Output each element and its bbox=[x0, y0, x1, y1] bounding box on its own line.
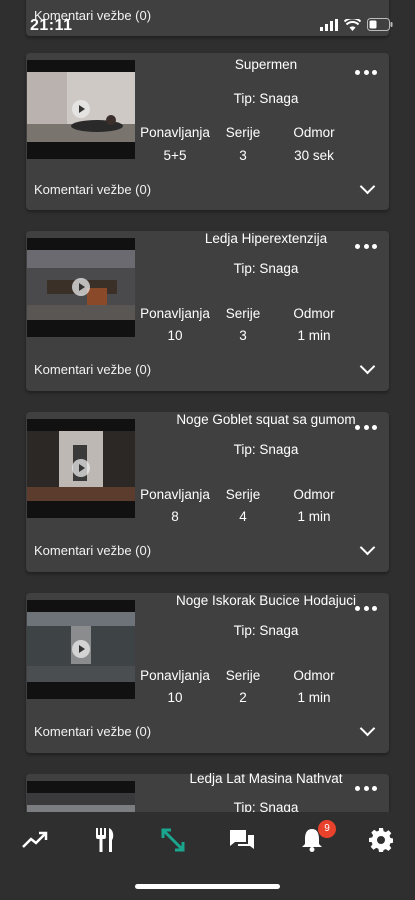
play-icon[interactable] bbox=[72, 459, 90, 477]
exercise-video-thumbnail[interactable] bbox=[27, 600, 135, 699]
nav-nutrition[interactable] bbox=[86, 826, 122, 854]
status-icons bbox=[320, 18, 393, 31]
rest-label: Odmor bbox=[293, 668, 335, 683]
exercise-card: Supermen Tip: Snaga Ponavljanja Serije O… bbox=[26, 53, 389, 210]
status-bar: 21:11 bbox=[0, 0, 415, 40]
notification-badge: 9 bbox=[318, 820, 336, 838]
wifi-icon bbox=[344, 18, 361, 31]
more-options-icon[interactable] bbox=[355, 604, 377, 612]
chat-bubbles-icon bbox=[230, 830, 254, 849]
battery-icon bbox=[367, 18, 393, 31]
exercise-type: Tip: Snaga bbox=[233, 261, 299, 276]
chevron-down-icon[interactable] bbox=[359, 358, 376, 375]
exercise-type: Tip: Snaga bbox=[233, 623, 299, 638]
exercise-video-thumbnail[interactable] bbox=[27, 419, 135, 518]
exercise-feed[interactable]: Komentari vežbe (0) Supermen Tip: Snaga … bbox=[0, 0, 415, 812]
exercise-card: Noge Goblet squat sa gumom Tip: Snaga Po… bbox=[26, 412, 389, 572]
more-options-icon[interactable] bbox=[355, 784, 377, 792]
exercise-comments-link[interactable]: Komentari vežbe (0) bbox=[34, 362, 151, 377]
expand-arrows-icon bbox=[161, 828, 185, 852]
play-icon[interactable] bbox=[72, 278, 90, 296]
fork-knife-icon bbox=[96, 828, 114, 852]
rest-value: 30 sek bbox=[294, 148, 334, 163]
rest-value: 1 min bbox=[297, 690, 331, 705]
exercise-comments-link[interactable]: Komentari vežbe (0) bbox=[34, 543, 151, 558]
trending-up-icon bbox=[22, 831, 48, 848]
rest-label: Odmor bbox=[293, 306, 335, 321]
rest-label: Odmor bbox=[293, 487, 335, 502]
exercise-type: Tip: Snaga bbox=[233, 442, 299, 457]
chevron-down-icon[interactable] bbox=[359, 539, 376, 556]
play-icon[interactable] bbox=[72, 100, 90, 118]
exercise-video-thumbnail[interactable] bbox=[27, 781, 135, 812]
more-options-icon[interactable] bbox=[355, 242, 377, 250]
gear-icon bbox=[369, 828, 393, 852]
nav-progress[interactable] bbox=[17, 826, 53, 854]
home-indicator[interactable] bbox=[135, 884, 280, 889]
status-time: 21:11 bbox=[30, 17, 73, 34]
exercise-type: Tip: Snaga bbox=[233, 91, 299, 106]
nav-chat[interactable] bbox=[224, 826, 260, 854]
more-options-icon[interactable] bbox=[355, 423, 377, 431]
exercise-card: Ledja Lat Masina Nathvat Tip: Snaga bbox=[26, 771, 389, 812]
exercise-card: Noge Iskorak Bucice Hodajuci Tip: Snaga … bbox=[26, 593, 389, 753]
signal-icon bbox=[320, 18, 338, 31]
bottom-navigation: 9 bbox=[0, 812, 415, 900]
exercise-comments-link[interactable]: Komentari vežbe (0) bbox=[34, 182, 151, 197]
rest-value: 1 min bbox=[297, 328, 331, 343]
rest-value: 1 min bbox=[297, 509, 331, 524]
exercise-type: Tip: Snaga bbox=[233, 800, 299, 812]
rest-label: Odmor bbox=[293, 125, 335, 140]
play-icon[interactable] bbox=[72, 640, 90, 658]
chevron-down-icon[interactable] bbox=[359, 720, 376, 737]
exercise-video-thumbnail[interactable] bbox=[27, 60, 135, 159]
nav-settings[interactable] bbox=[363, 826, 399, 854]
exercise-card: Ledja Hiperextenzija Tip: Snaga Ponavlja… bbox=[26, 231, 389, 391]
more-options-icon[interactable] bbox=[355, 68, 377, 76]
nav-workouts[interactable] bbox=[155, 826, 191, 854]
exercise-comments-link[interactable]: Komentari vežbe (0) bbox=[34, 724, 151, 739]
exercise-video-thumbnail[interactable] bbox=[27, 238, 135, 337]
video-frame-image bbox=[27, 793, 135, 812]
chevron-down-icon[interactable] bbox=[359, 178, 376, 195]
